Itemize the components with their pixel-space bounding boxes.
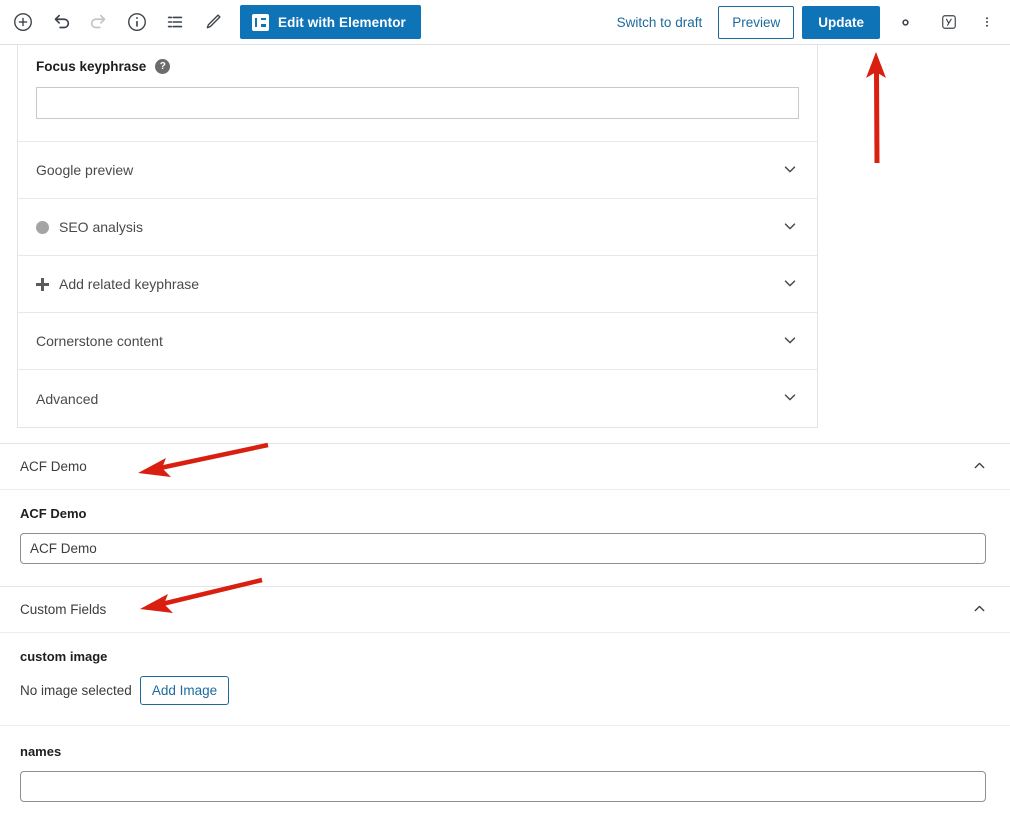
focus-keyphrase-input[interactable] <box>36 87 799 119</box>
kebab-menu-icon[interactable] <box>974 3 1000 41</box>
names-label: names <box>20 744 62 759</box>
yoast-row-advanced[interactable]: Advanced <box>18 370 817 427</box>
yoast-row-seo-analysis[interactable]: SEO analysis <box>18 199 817 256</box>
focus-keyphrase-label: Focus keyphrase <box>36 59 147 74</box>
gear-icon[interactable] <box>886 3 924 41</box>
chevron-up-icon[interactable] <box>971 457 988 477</box>
custom-fields-header-label: Custom Fields <box>20 602 107 617</box>
acf-demo-header-label: ACF Demo <box>20 459 87 474</box>
yoast-row-title-group: Add related keyphrase <box>36 276 199 292</box>
yoast-row-label: Cornerstone content <box>36 333 163 349</box>
help-icon[interactable]: ? <box>155 59 171 74</box>
yoast-row-cornerstone-content[interactable]: Cornerstone content <box>18 313 817 370</box>
edit-with-elementor-button[interactable]: Edit with Elementor <box>240 5 421 39</box>
yoast-row-label: Google preview <box>36 162 134 178</box>
toolbar-left-group: Edit with Elementor <box>4 3 421 41</box>
yoast-row-label: Advanced <box>36 390 99 407</box>
acf-demo-body: ACF Demo <box>0 490 1010 586</box>
edit-with-elementor-label: Edit with Elementor <box>278 14 406 30</box>
details-info-icon[interactable] <box>118 3 156 41</box>
plus-icon <box>36 277 49 291</box>
switch-to-draft-button[interactable]: Switch to draft <box>607 9 713 36</box>
undo-icon[interactable] <box>42 3 80 41</box>
seo-score-bullet-icon <box>36 220 49 234</box>
edit-pencil-icon[interactable] <box>194 3 232 41</box>
yoast-seo-panel: Focus keyphrase ? Google preview SEO ana… <box>17 45 818 428</box>
preview-button[interactable]: Preview <box>718 5 795 39</box>
list-view-icon[interactable] <box>156 3 194 41</box>
update-button[interactable]: Update <box>802 5 880 39</box>
chevron-up-icon[interactable] <box>971 600 988 620</box>
custom-image-label: custom image <box>20 649 108 664</box>
chevron-down-icon <box>781 274 799 295</box>
acf-demo-metabox: ACF Demo ACF Demo <box>0 443 1010 586</box>
redo-icon[interactable] <box>80 3 118 41</box>
yoast-seo-panel-wrapper: Focus keyphrase ? Google preview SEO ana… <box>0 45 1010 428</box>
names-field-group: names <box>0 726 1010 824</box>
yoast-row-label: SEO analysis <box>59 219 144 235</box>
acf-demo-field-input[interactable] <box>20 533 986 564</box>
custom-image-row: No image selected Add Image <box>20 676 990 705</box>
yoast-row-add-related-keyphrase[interactable]: Add related keyphrase <box>18 256 817 313</box>
yoast-row-label: Add related keyphrase <box>59 276 200 292</box>
add-block-icon[interactable] <box>4 3 42 41</box>
toolbar-right-group: Switch to draft Preview Update <box>607 3 1000 41</box>
custom-fields-header[interactable]: Custom Fields <box>0 587 1010 633</box>
yoast-row-google-preview[interactable]: Google preview <box>18 142 817 199</box>
editor-toolbar: Edit with Elementor Switch to draft Prev… <box>0 0 1010 45</box>
chevron-down-icon <box>781 160 799 181</box>
no-image-selected-text: No image selected <box>20 683 132 698</box>
acf-demo-field-label: ACF Demo <box>20 506 87 521</box>
chevron-down-icon <box>781 331 799 352</box>
yoast-seo-icon[interactable] <box>930 3 968 41</box>
chevron-down-icon <box>781 388 799 409</box>
custom-image-field-group: custom image No image selected Add Image <box>0 633 1010 725</box>
names-field-input[interactable] <box>20 771 986 802</box>
chevron-down-icon <box>781 217 799 238</box>
yoast-row-title-group: SEO analysis <box>36 219 143 235</box>
elementor-icon <box>252 13 269 31</box>
custom-fields-metabox: Custom Fields custom image No image sele… <box>0 586 1010 824</box>
acf-demo-header[interactable]: ACF Demo <box>0 444 1010 490</box>
focus-keyphrase-label-row: Focus keyphrase ? <box>36 59 799 74</box>
add-image-button[interactable]: Add Image <box>139 676 230 705</box>
focus-keyphrase-block: Focus keyphrase ? <box>18 45 817 142</box>
